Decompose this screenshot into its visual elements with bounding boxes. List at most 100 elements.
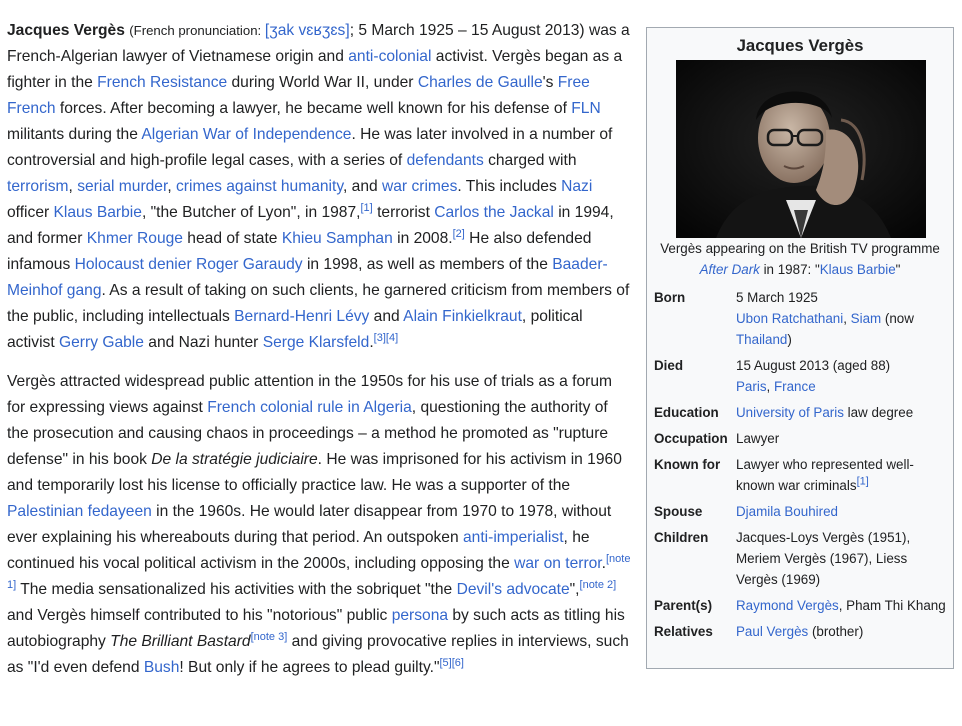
infobox-label: Spouse: [654, 504, 703, 519]
infobox-label: Born: [654, 290, 686, 305]
link-palestinian-fedayeen[interactable]: Palestinian fedayeen: [7, 503, 152, 520]
link-alain-finkielkraut[interactable]: Alain Finkielkraut: [403, 308, 522, 325]
link-french-colonial-rule-in-algeria[interactable]: French colonial rule in Algeria: [207, 399, 412, 416]
infobox-value: Djamila Bouhired: [736, 501, 950, 522]
infobox-label: Known for: [654, 457, 721, 472]
link-bernard-henri-l-vy[interactable]: Bernard-Henri Lévy: [234, 308, 369, 325]
link-gerry-gable[interactable]: Gerry Gable: [59, 334, 144, 351]
text-run: (French pronunciation:: [129, 23, 265, 38]
text-run: ! But only if he agrees to plead guilty.…: [179, 659, 440, 676]
paragraph-lead: Jacques Vergès (French pronunciation: [ʒ…: [7, 18, 632, 356]
text-run: forces. After becoming a lawyer, he beca…: [55, 100, 572, 117]
infobox-label: Education: [654, 405, 719, 420]
link-holocaust-denier[interactable]: Holocaust denier: [75, 256, 192, 273]
link-nazi[interactable]: Nazi: [561, 178, 592, 195]
text-run: ,: [167, 178, 176, 195]
link-anti-imperialist[interactable]: anti-imperialist: [463, 529, 564, 546]
text-run: 15 August 2013 (aged 88): [736, 358, 891, 373]
infobox-row-spouse: Spouse Djamila Bouhired: [654, 501, 950, 522]
link-crimes-against-humanity[interactable]: crimes against humanity: [176, 178, 343, 195]
link-khieu-samphan[interactable]: Khieu Samphan: [282, 230, 393, 247]
infobox-rows: Born 5 March 1925 Ubon Ratchathani, Siam (…: [654, 287, 950, 647]
infobox-row-known-for: Known for Lawyer who represented well-kno…: [654, 454, 950, 496]
infobox-value: Lawyer who represented well-known war cr…: [736, 454, 950, 496]
link-anti-colonial[interactable]: anti-colonial: [348, 48, 431, 65]
text-run: ): [787, 332, 792, 347]
citation-link[interactable]: [5][6]: [439, 657, 463, 669]
citation: [1]: [361, 202, 373, 214]
link-france[interactable]: France: [774, 379, 816, 394]
infobox-label: Died: [654, 358, 684, 373]
link-charles-de-gaulle[interactable]: Charles de Gaulle: [418, 74, 543, 91]
text-run: head of state: [182, 230, 282, 247]
link-paul-verg-s[interactable]: Paul Vergès: [736, 624, 808, 639]
citation-link[interactable]: [note 3]: [251, 631, 288, 643]
link-klaus-barbie[interactable]: Klaus Barbie: [820, 262, 896, 277]
citation-link[interactable]: [note 2]: [580, 579, 617, 591]
citation: [note 2]: [580, 579, 617, 591]
text-run: in 1987: ": [759, 262, 820, 277]
link-fln[interactable]: FLN: [571, 100, 600, 117]
text-run: charged with: [483, 152, 577, 169]
infobox-row-born: Born 5 March 1925 Ubon Ratchathani, Siam (…: [654, 287, 950, 350]
text-run: , "the Butcher of Lyon", in 1987,: [141, 204, 361, 221]
text-run: Vergès appearing on the British TV progr…: [660, 241, 940, 256]
link-khmer-rouge[interactable]: Khmer Rouge: [87, 230, 183, 247]
link-war-crimes[interactable]: war crimes: [382, 178, 457, 195]
link-klaus-barbie[interactable]: Klaus Barbie: [54, 204, 142, 221]
text-run: Lawyer who represented well-known war cr…: [736, 457, 914, 493]
infobox-row-died: Died 15 August 2013 (aged 88) Paris, Franc…: [654, 355, 950, 397]
link-raymond-verg-s[interactable]: Raymond Vergès: [736, 598, 839, 613]
link-ak-v-s[interactable]: [ʒak vɛʁʒɛs]: [265, 22, 350, 39]
text-run: (now: [881, 311, 914, 326]
link-devil-s-advocate[interactable]: Devil's advocate: [457, 581, 570, 598]
link-terrorism[interactable]: terrorism: [7, 178, 69, 195]
infobox-value: Paul Vergès (brother): [736, 621, 950, 642]
infobox-label: Parent(s): [654, 598, 713, 613]
link-after-dark[interactable]: After Dark: [700, 262, 760, 277]
citation-link[interactable]: [2]: [453, 228, 465, 240]
infobox-row-relatives: Relatives Paul Vergès (brother): [654, 621, 950, 642]
photo-caption: Vergès appearing on the British TV progr…: [647, 238, 953, 280]
text-run: militants during the: [7, 126, 142, 143]
link-thailand[interactable]: Thailand: [736, 332, 787, 347]
link-serge-klarsfeld[interactable]: Serge Klarsfeld: [263, 334, 370, 351]
link-carlos-the-jackal[interactable]: Carlos the Jackal: [434, 204, 554, 221]
text-run: , and: [342, 178, 382, 195]
link-defendants[interactable]: defendants: [407, 152, 484, 169]
text-run: 5 March 1925: [736, 290, 818, 305]
link-ubon-ratchathani[interactable]: Ubon Ratchathani: [736, 311, 843, 326]
link-paris[interactable]: Paris: [736, 379, 767, 394]
citation-link[interactable]: [1]: [361, 202, 373, 214]
text-run: 's: [542, 74, 558, 91]
infobox-value: 5 March 1925 Ubon Ratchathani, Siam (now …: [736, 287, 950, 350]
link-djamila-bouhired[interactable]: Djamila Bouhired: [736, 504, 838, 519]
link-roger-garaudy[interactable]: Roger Garaudy: [196, 256, 303, 273]
infobox-value: Raymond Vergès, Pham Thi Khang: [736, 595, 950, 616]
text-run: , Pham Thi Khang: [838, 598, 946, 613]
portrait-photo[interactable]: [676, 60, 926, 238]
infobox-row-education: Education University of Paris law degree: [654, 402, 950, 423]
citation: [3][4]: [374, 332, 398, 344]
link-siam[interactable]: Siam: [851, 311, 882, 326]
text-run: law degree: [843, 405, 914, 420]
article-body: Jacques Vergès (French pronunciation: [ʒ…: [7, 18, 632, 694]
link-war-on-terror[interactable]: war on terror: [514, 555, 602, 572]
infobox-row-occupation: Occupation Lawyer: [654, 428, 950, 449]
link-algerian-war-of-independence[interactable]: Algerian War of Independence: [141, 126, 351, 143]
citation-link[interactable]: [3][4]: [374, 332, 398, 344]
infobox-value: University of Paris law degree: [736, 402, 950, 423]
text-run: terrorist: [372, 204, 435, 221]
text-run: (brother): [808, 624, 864, 639]
text-run: ",: [569, 581, 580, 598]
infobox-value: Lawyer: [736, 428, 950, 449]
citation: [1]: [857, 476, 869, 488]
link-serial-murder[interactable]: serial murder: [77, 178, 167, 195]
link-persona[interactable]: persona: [392, 607, 448, 624]
link-bush[interactable]: Bush: [144, 659, 180, 676]
infobox: Jacques Vergès Vergès appearing on the B…: [646, 27, 954, 669]
link-university-of-paris[interactable]: University of Paris: [736, 405, 844, 420]
link-french-resistance[interactable]: French Resistance: [97, 74, 227, 91]
citation-link[interactable]: [1]: [857, 476, 869, 488]
italic-title: The Brilliant Bastard: [110, 633, 251, 650]
